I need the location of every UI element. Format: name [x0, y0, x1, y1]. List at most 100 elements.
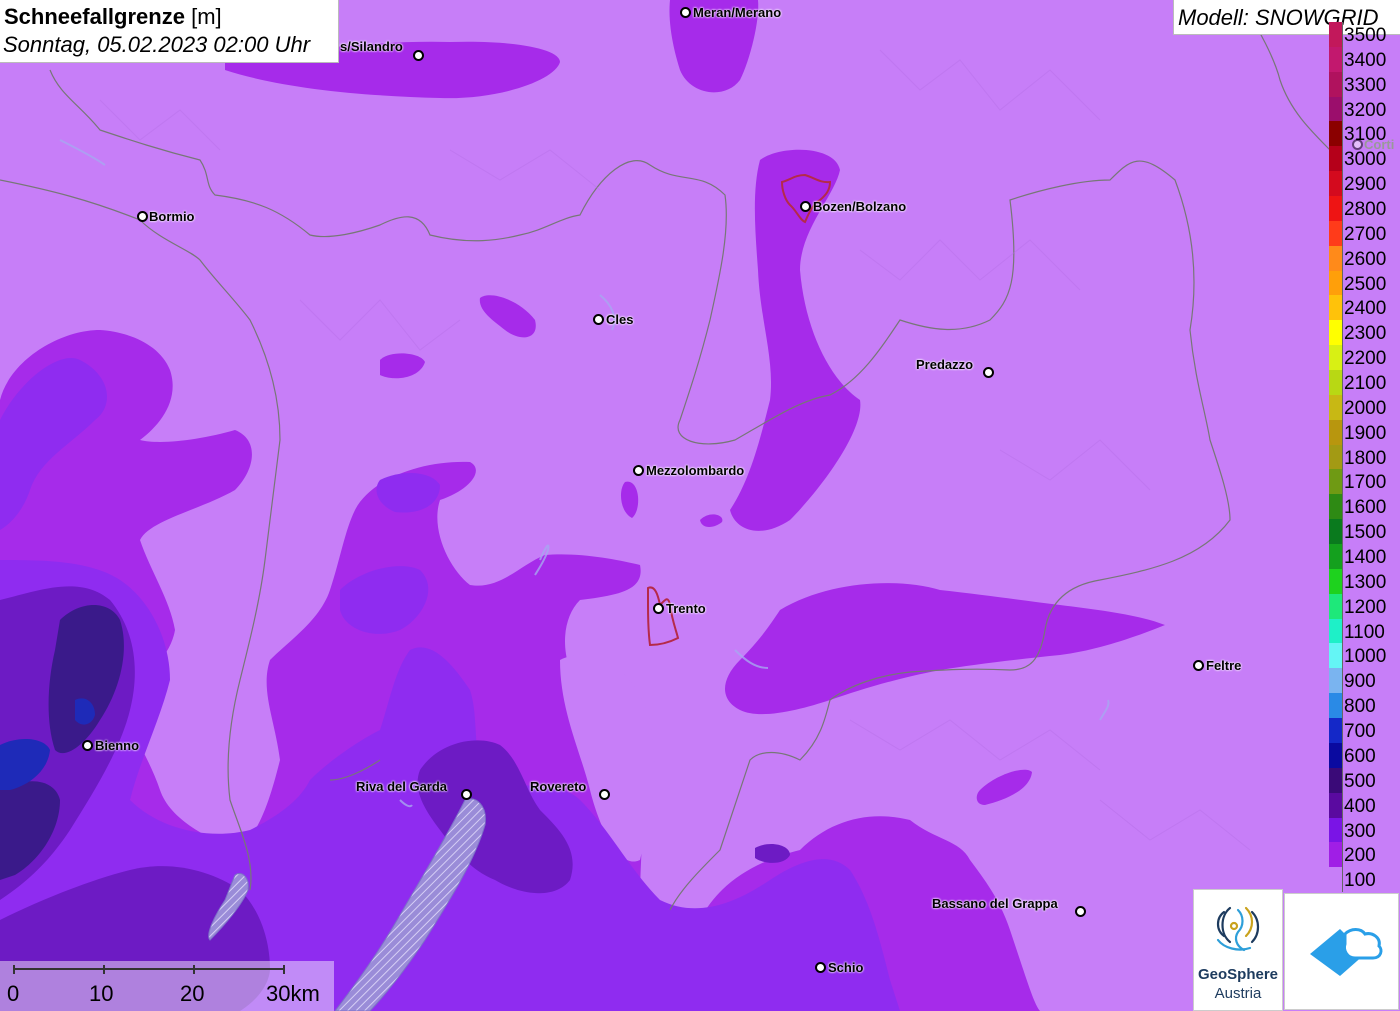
city-marker-icon	[633, 465, 644, 476]
parameter-unit: [m]	[191, 4, 222, 29]
city-label: Predazzo	[916, 357, 974, 372]
legend-label: 2500	[1344, 273, 1387, 295]
legend-entry: 1400	[1329, 544, 1400, 569]
legend-label: 1800	[1344, 447, 1387, 469]
legend-label: 1100	[1344, 621, 1385, 643]
legend-entry: 400	[1329, 792, 1400, 818]
legend-swatch	[1329, 643, 1343, 669]
city-marker-icon	[680, 7, 691, 18]
app-logo[interactable]	[1284, 893, 1399, 1010]
legend-entry: 2300	[1329, 320, 1400, 346]
legend-entry: 2400	[1329, 295, 1400, 321]
scale-tick-30km: 30km	[266, 981, 320, 1006]
snowfall-line-map[interactable]	[0, 0, 1400, 1011]
legend-swatch	[1329, 867, 1343, 893]
legend-label: 1400	[1344, 547, 1387, 569]
city-label: Riva del Garda	[356, 779, 448, 794]
legend-swatch	[1329, 46, 1343, 72]
city-label: Bozen/Bolzano	[813, 199, 907, 214]
legend-entry: 3100	[1329, 121, 1400, 147]
legend-entry: 500	[1329, 767, 1400, 793]
city-marker-icon	[593, 314, 604, 325]
legend-swatch	[1329, 668, 1343, 694]
geosphere-name: GeoSphere	[1197, 966, 1279, 983]
city-marker-icon	[599, 789, 610, 800]
legend-swatch	[1329, 171, 1343, 197]
legend-label: 1300	[1344, 571, 1387, 593]
snow-cloud-arrow-icon	[1310, 928, 1383, 976]
legend-swatch	[1329, 593, 1343, 619]
legend-label: 3400	[1344, 49, 1387, 71]
legend-entry: 200	[1329, 842, 1400, 868]
city-marker-icon	[1075, 906, 1086, 917]
legend-entry: 1500	[1329, 519, 1400, 545]
legend-swatch	[1329, 22, 1343, 47]
legend-label: 2000	[1344, 397, 1387, 419]
legend-label: 2100	[1344, 373, 1387, 395]
legend-entry: 1100	[1329, 618, 1400, 644]
legend-entry: 800	[1329, 693, 1400, 719]
legend-entry: 1300	[1329, 568, 1400, 594]
city-label: Cles	[606, 312, 634, 327]
color-legend: 3500 3400 3300 3200 3100 3000 2900 2800 2700 2600…	[1329, 22, 1400, 893]
legend-swatch	[1329, 817, 1343, 843]
legend-label: 2200	[1344, 348, 1387, 370]
legend-swatch	[1329, 96, 1343, 122]
scale-tick-20: 20	[180, 981, 205, 1006]
legend-entry: 1600	[1329, 494, 1400, 520]
legend-label: 2600	[1344, 248, 1387, 270]
legend-entry: 100	[1329, 867, 1400, 893]
city-marker-icon	[983, 367, 994, 378]
legend-label: 200	[1344, 845, 1376, 867]
city-label: Feltre	[1206, 658, 1242, 673]
scale-tick-10: 10	[89, 981, 114, 1006]
legend-swatch	[1329, 370, 1343, 395]
legend-swatch	[1329, 792, 1343, 818]
legend-label: 3100	[1344, 124, 1387, 146]
city-marker-icon	[1193, 660, 1204, 671]
legend-entry: 3200	[1329, 96, 1400, 122]
map-title: Schneefallgrenze [m]	[4, 4, 222, 30]
geosphere-subtitle: Austria	[1214, 985, 1262, 1002]
legend-swatch	[1329, 693, 1343, 719]
geosphere-logo[interactable]: GeoSphere Austria	[1193, 889, 1283, 1011]
legend-entry: 900	[1329, 668, 1400, 694]
legend-label: 3500	[1344, 25, 1387, 46]
city-label: Schio	[828, 960, 864, 975]
legend-entry: 3300	[1329, 71, 1400, 97]
city-marker-icon	[815, 962, 826, 973]
city-label: Meran/Merano	[693, 5, 782, 20]
legend-entry: 2600	[1329, 245, 1400, 271]
legend-label: 300	[1344, 820, 1376, 842]
legend-entry: 1700	[1329, 469, 1400, 495]
legend-swatch	[1329, 419, 1343, 445]
legend-label: 700	[1344, 721, 1376, 743]
legend-swatch	[1329, 245, 1343, 271]
city-label: Bienno	[95, 738, 140, 753]
city-label: Bormio	[149, 209, 195, 224]
legend-swatch	[1329, 295, 1343, 321]
legend-entry: 3000	[1329, 146, 1400, 172]
legend-label: 1600	[1344, 497, 1387, 519]
legend-entry: 2900	[1329, 171, 1400, 197]
legend-label: 500	[1344, 770, 1376, 792]
legend-swatch	[1329, 494, 1343, 520]
city-label: s/Silandro	[340, 39, 403, 54]
legend-label: 800	[1344, 696, 1376, 718]
legend-swatch	[1329, 345, 1343, 371]
legend-swatch	[1329, 270, 1343, 296]
legend-entry: 2800	[1329, 196, 1400, 221]
legend-entry: 2700	[1329, 220, 1400, 246]
legend-label: 1000	[1344, 646, 1387, 668]
legend-swatch	[1329, 568, 1343, 594]
legend-entry: 700	[1329, 718, 1400, 743]
legend-label: 2700	[1344, 223, 1387, 245]
legend-label: 2300	[1344, 323, 1387, 345]
legend-entry: 3400	[1329, 46, 1400, 72]
legend-label: 400	[1344, 795, 1376, 817]
legend-entry: 3500	[1329, 22, 1400, 47]
legend-entry: 2100	[1329, 370, 1400, 395]
legend-label: 2900	[1344, 174, 1387, 196]
legend-entry: 2000	[1329, 394, 1400, 420]
city-label: Mezzolombardo	[646, 463, 745, 478]
